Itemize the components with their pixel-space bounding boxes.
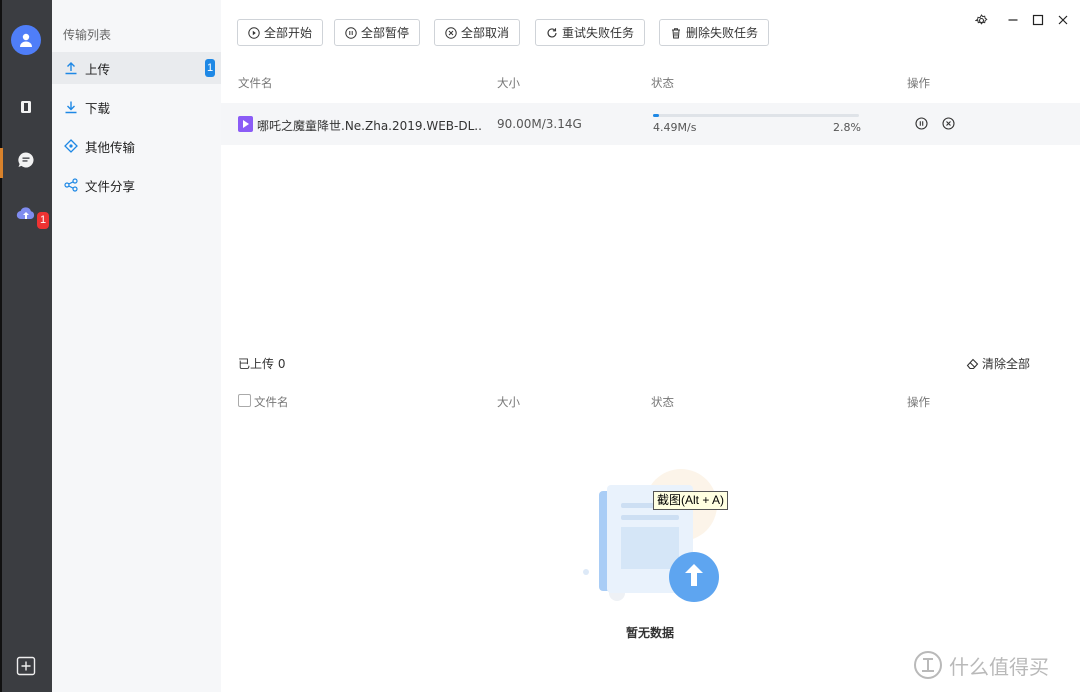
sidebar-item-other-transfers[interactable]: 其他传输	[52, 130, 221, 162]
clear-all-label: 清除全部	[982, 357, 1031, 371]
col-header-name: 文件名	[238, 76, 273, 90]
col-header-size: 大小	[497, 76, 520, 90]
file-name: 哪吒之魔童降世.Ne.Zha.2019.WEB-DL...	[257, 119, 482, 133]
empty-state-illustration	[581, 465, 726, 610]
refresh-icon	[546, 27, 558, 39]
retry-failed-button[interactable]: 重试失败任务	[535, 19, 646, 46]
clear-all-button[interactable]: 清除全部	[966, 355, 1030, 372]
sidebar-item-label: 上传	[85, 61, 111, 77]
sidebar-item-upload[interactable]: 上传 1	[52, 52, 221, 84]
sidebar-item-label: 其他传输	[85, 139, 136, 155]
upload-icon	[64, 61, 78, 75]
screenshot-tooltip: 截图(Alt + A)	[653, 491, 729, 510]
col-header-size-completed: 大小	[497, 395, 520, 409]
col-header-actions-completed: 操作	[907, 395, 930, 409]
play-circle-icon	[248, 26, 260, 39]
trash-icon	[670, 27, 682, 39]
cancel-all-button[interactable]: 全部取消	[434, 19, 521, 46]
settings-gear-icon[interactable]	[974, 13, 988, 27]
close-icon[interactable]	[1056, 13, 1070, 27]
watermark: 什么值得买	[913, 650, 1049, 680]
table-row[interactable]: 哪吒之魔童降世.Ne.Zha.2019.WEB-DL... 90.00M/3.1…	[221, 103, 1080, 145]
user-icon	[20, 33, 32, 47]
delete-failed-button[interactable]: 删除失败任务	[659, 19, 770, 46]
file-size: 90.00M/3.14G	[497, 117, 582, 131]
add-app-icon[interactable]	[16, 656, 36, 676]
transfer-badge: 1	[37, 212, 49, 229]
cancel-task-icon[interactable]	[942, 117, 955, 130]
diamond-transfer-icon	[64, 139, 78, 153]
empty-state-text: 暂无数据	[626, 626, 675, 640]
share-icon	[64, 178, 78, 192]
maximize-icon[interactable]	[1031, 13, 1045, 27]
message-icon[interactable]	[16, 150, 36, 170]
upload-count-badge: 1	[205, 59, 215, 77]
pause-circle-icon	[345, 26, 357, 39]
col-header-actions: 操作	[907, 76, 930, 90]
progress-bar	[653, 114, 859, 117]
transfer-speed: 4.49M/s	[653, 121, 697, 134]
avatar[interactable]	[11, 25, 41, 55]
sidebar-title: 传输列表	[63, 28, 112, 42]
main-panel: 全部开始 全部暂停 全部取消 重试失败任务 删除失败任务 文件名 大小 状态 操…	[221, 0, 1080, 692]
uploaded-section-title: 已上传 0	[238, 357, 286, 371]
sidebar-item-download[interactable]: 下载	[52, 91, 221, 123]
sidebar-item-file-share[interactable]: 文件分享	[52, 169, 221, 201]
watermark-logo-icon	[914, 651, 942, 679]
select-all-checkbox[interactable]	[238, 394, 251, 407]
start-all-label: 全部开始	[264, 26, 313, 40]
transfer-sidebar: 传输列表 上传 1 下载 其他传输 文件分享	[52, 0, 221, 692]
video-file-icon	[238, 116, 253, 132]
cancel-circle-icon	[445, 26, 457, 39]
pause-task-icon[interactable]	[915, 117, 928, 130]
delete-failed-label: 删除失败任务	[686, 26, 759, 40]
eraser-icon	[966, 357, 979, 370]
progress-percent: 2.8%	[833, 121, 861, 134]
rail-edge	[0, 0, 2, 692]
files-icon[interactable]	[16, 97, 36, 117]
col-header-status-completed: 状态	[651, 395, 674, 409]
pause-all-button[interactable]: 全部暂停	[334, 19, 421, 46]
col-header-name-completed: 文件名	[254, 395, 289, 409]
sidebar-item-label: 文件分享	[85, 178, 136, 194]
minimize-icon[interactable]	[1006, 13, 1020, 27]
pause-all-label: 全部暂停	[361, 26, 410, 40]
cancel-all-label: 全部取消	[461, 26, 510, 40]
progress-bar-fill	[653, 114, 659, 117]
sidebar-item-label: 下载	[85, 100, 111, 116]
start-all-button[interactable]: 全部开始	[237, 19, 324, 46]
col-header-status: 状态	[651, 76, 674, 90]
retry-failed-label: 重试失败任务	[562, 26, 635, 40]
watermark-text: 什么值得买	[949, 654, 1049, 679]
rail-accent	[0, 148, 3, 178]
app-rail: 1	[0, 0, 52, 692]
download-icon	[64, 100, 78, 114]
transfer-cloud-icon[interactable]	[16, 204, 36, 224]
